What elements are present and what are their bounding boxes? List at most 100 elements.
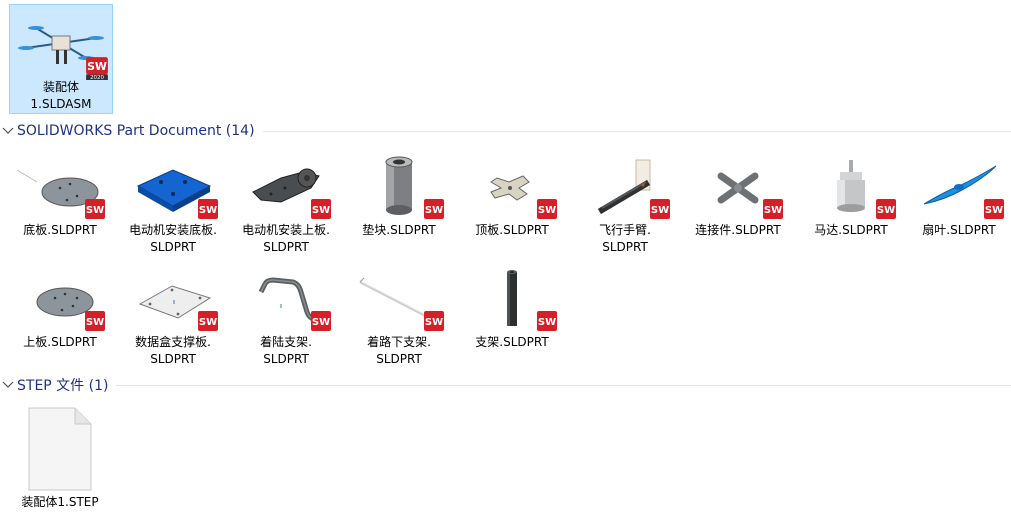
file-name: 装配体1.STEP — [8, 494, 112, 511]
file-name: 装配体 1.SLDASM — [9, 79, 113, 113]
file-name-line1: 支架.SLDPRT — [475, 335, 549, 349]
file-name-line1: 扇叶.SLDPRT — [922, 223, 996, 237]
svg-text:SW: SW — [425, 205, 443, 216]
svg-text:SW: SW — [86, 205, 104, 216]
solidworks-icon: SW — [537, 199, 557, 219]
svg-text:SW: SW — [877, 205, 895, 216]
svg-text:SW: SW — [86, 317, 104, 328]
file-item-part[interactable]: SW 马达.SLDPRT — [799, 148, 903, 239]
file-name: 垫块.SLDPRT — [347, 222, 451, 239]
file-item-part[interactable]: SW 垫块.SLDPRT — [347, 148, 451, 239]
file-name: 飞行手臂. SLDPRT — [573, 222, 677, 256]
file-name-line1: 着陆支架. — [260, 335, 312, 349]
svg-text:SW: SW — [199, 205, 217, 216]
chevron-down-icon[interactable] — [1, 378, 15, 392]
solidworks-icon: SW — [85, 199, 105, 219]
part-thumbnail: SW — [349, 260, 449, 336]
file-name: 电动机安装底板. SLDPRT — [121, 222, 225, 256]
part-thumbnail: SW — [462, 260, 562, 336]
file-name-line1: 底板.SLDPRT — [23, 223, 97, 237]
file-item-part[interactable]: SW 支架.SLDPRT — [460, 260, 564, 351]
svg-text:SW: SW — [199, 317, 217, 328]
solidworks-icon: SW — [198, 199, 218, 219]
svg-text:SW: SW — [312, 205, 330, 216]
part-thumbnail: SW — [462, 148, 562, 224]
file-item-part[interactable]: SW 飞行手臂. SLDPRT — [573, 148, 677, 256]
file-name-line2: SLDPRT — [263, 240, 309, 254]
file-name-line2: SLDPRT — [150, 352, 196, 366]
svg-text:SW: SW — [985, 205, 1003, 216]
file-item-part[interactable]: SW 着路下支架. SLDPRT — [347, 260, 451, 368]
file-name-line1: 顶板.SLDPRT — [475, 223, 549, 237]
svg-text:SW: SW — [312, 317, 330, 328]
file-item-part[interactable]: SW 上板.SLDPRT — [8, 260, 112, 351]
file-name-line1: 电动机安装上板. — [242, 223, 330, 237]
file-name-line2: SLDPRT — [263, 352, 309, 366]
file-name-line2: 1.SLDASM — [30, 97, 92, 111]
file-name-line1: 上板.SLDPRT — [23, 335, 97, 349]
svg-text:SW: SW — [425, 317, 443, 328]
part-thumbnail: SW — [349, 148, 449, 224]
file-name: 马达.SLDPRT — [799, 222, 903, 239]
solidworks-icon: SW — [198, 311, 218, 331]
file-item-part[interactable]: SW 电动机安装上板. SLDPRT — [234, 148, 338, 256]
solidworks-icon: SW — [650, 199, 670, 219]
file-name-line2: SLDPRT — [376, 352, 422, 366]
group-header-parts[interactable]: SOLIDWORKS Part Document (14) — [0, 121, 1011, 141]
file-item-part[interactable]: SW 电动机安装底板. SLDPRT — [121, 148, 225, 256]
part-thumbnail: SW — [688, 148, 788, 224]
file-name: 顶板.SLDPRT — [460, 222, 564, 239]
file-item-part[interactable]: SW 数据盒支撑板. SLDPRT — [121, 260, 225, 368]
file-item-part[interactable]: SW 底板.SLDPRT — [8, 148, 112, 239]
file-name-line2: SLDPRT — [602, 240, 648, 254]
part-thumbnail: SW — [909, 148, 1009, 224]
group-header-step[interactable]: STEP 文件 (1) — [0, 375, 1011, 395]
part-thumbnail: SW — [236, 148, 336, 224]
part-thumbnail: SW — [236, 260, 336, 336]
file-name-line1: 装配体1.STEP — [21, 495, 99, 509]
file-explorer-view: SW 2020 装配体 1.SLDASM SOLIDWORKS Part Doc… — [0, 0, 1011, 521]
file-name-line1: 马达.SLDPRT — [814, 223, 888, 237]
solidworks-icon: SW — [876, 199, 896, 219]
solidworks-2020-badge-icon: SW 2020 — [86, 57, 108, 81]
group-title: SOLIDWORKS Part Document (14) — [17, 123, 255, 139]
file-name: 着陆支架. SLDPRT — [234, 334, 338, 368]
file-name: 电动机安装上板. SLDPRT — [234, 222, 338, 256]
file-name-line2: SLDPRT — [150, 240, 196, 254]
solidworks-icon: SW — [85, 311, 105, 331]
file-name-line1: 垫块.SLDPRT — [362, 223, 436, 237]
solidworks-icon: SW — [311, 199, 331, 219]
part-thumbnail: SW — [10, 260, 110, 336]
file-item-part[interactable]: SW 连接件.SLDPRT — [686, 148, 790, 239]
file-name: 上板.SLDPRT — [8, 334, 112, 351]
file-item-step[interactable]: 装配体1.STEP — [8, 402, 112, 511]
part-thumbnail: SW — [575, 148, 675, 224]
file-name-line1: 电动机安装底板. — [129, 223, 217, 237]
file-item-assembly[interactable]: SW 2020 装配体 1.SLDASM — [9, 4, 113, 114]
group-divider — [262, 130, 1011, 132]
group-title: STEP 文件 (1) — [17, 378, 109, 394]
part-thumbnail: SW — [123, 148, 223, 224]
part-thumbnail: SW — [10, 148, 110, 224]
svg-text:2020: 2020 — [90, 75, 104, 81]
chevron-down-icon[interactable] — [1, 124, 15, 138]
file-item-part[interactable]: SW 顶板.SLDPRT — [460, 148, 564, 239]
solidworks-icon: SW — [763, 199, 783, 219]
part-thumbnail: SW — [801, 148, 901, 224]
file-item-part[interactable]: SW 着陆支架. SLDPRT — [234, 260, 338, 368]
file-name: 连接件.SLDPRT — [686, 222, 790, 239]
svg-text:SW: SW — [651, 205, 669, 216]
svg-text:SW: SW — [538, 317, 556, 328]
solidworks-icon: SW — [311, 311, 331, 331]
solidworks-icon: SW — [424, 311, 444, 331]
solidworks-icon: SW — [424, 199, 444, 219]
file-name-line1: 数据盒支撑板. — [135, 335, 211, 349]
file-name: 着路下支架. SLDPRT — [347, 334, 451, 368]
file-name-line1: 连接件.SLDPRT — [695, 223, 781, 237]
file-name: 支架.SLDPRT — [460, 334, 564, 351]
file-item-part[interactable]: SW 扇叶.SLDPRT — [907, 148, 1011, 239]
file-name-line1: 飞行手臂. — [599, 223, 651, 237]
solidworks-icon: SW — [984, 199, 1004, 219]
svg-text:SW: SW — [538, 205, 556, 216]
file-name-line1: 装配体 — [42, 80, 79, 94]
